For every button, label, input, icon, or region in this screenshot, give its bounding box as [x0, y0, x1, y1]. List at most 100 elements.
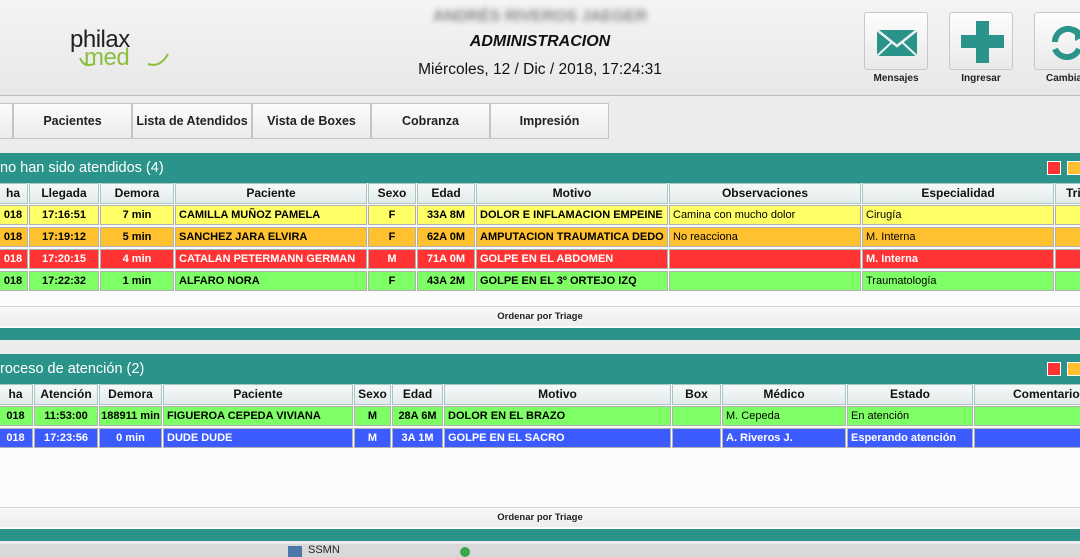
cell-comentarios: [974, 406, 1080, 426]
cell-llegada: 17:16:51: [29, 205, 99, 225]
add-patient-label: Ingresar: [961, 73, 1001, 84]
cell-edad: 3A 1M: [392, 428, 443, 448]
cell-paciente: DUDE DUDE: [163, 428, 353, 448]
cell-triage[interactable]: ⋮: [1055, 227, 1080, 247]
col-paciente: Paciente: [163, 384, 353, 405]
cell-motivo: GOLPE EN EL ABDOMEN: [476, 249, 668, 269]
cell-observaciones: [669, 249, 861, 269]
col-observaciones: Observaciones: [669, 183, 861, 204]
cell-demora: 1 min: [100, 271, 174, 291]
table-row[interactable]: 018 17:16:51 7 min CAMILLA MUÑOZ PAMELA …: [0, 205, 1080, 227]
peek-label: SSMN: [308, 544, 340, 556]
waiting-panel-title: no han sido atendidos (4): [0, 160, 164, 176]
cell-paciente: CAMILLA MUÑOZ PAMELA: [175, 205, 367, 225]
in-progress-panel-header: roceso de atención (2): [0, 354, 1080, 384]
cell-estado: Esperando atención: [847, 428, 973, 448]
cell-estado: En atención: [847, 406, 973, 426]
cell-paciente: FIGUEROA CEPEDA VIVIANA: [163, 406, 353, 426]
cell-triage[interactable]: ⋮: [1055, 249, 1080, 269]
tab-home[interactable]: [0, 103, 13, 139]
philaxmed-logo: philax med: [70, 26, 170, 76]
cell-fecha: 018: [0, 271, 28, 291]
cell-fecha: 018: [0, 406, 33, 426]
cell-atencion: 11:53:00: [34, 406, 98, 426]
status-dot-icon: [460, 547, 470, 557]
tab-pacientes[interactable]: Pacientes: [13, 103, 132, 139]
messages-button[interactable]: Mensajes: [864, 12, 928, 88]
cell-paciente: ALFARO NORA: [175, 271, 367, 291]
sort-by-triage-button[interactable]: Ordenar por Triage: [0, 507, 1080, 527]
cell-especialidad: M. Interna: [862, 227, 1054, 247]
cell-sexo: M: [354, 406, 391, 426]
cell-edad: 71A 0M: [417, 249, 475, 269]
col-demora: Demora: [99, 384, 162, 405]
cell-medico: M. Cepeda: [722, 406, 846, 426]
cell-comentarios: [974, 428, 1080, 448]
table-row[interactable]: 018 17:23:56 0 min DUDE DUDE M 3A 1M GOL…: [0, 428, 1080, 450]
cell-paciente: SANCHEZ JARA ELVIRA: [175, 227, 367, 247]
cell-triage[interactable]: ⋮: [1055, 205, 1080, 225]
cell-demora: 4 min: [100, 249, 174, 269]
waiting-panel: no han sido atendidos (4) ha Llegada Dem…: [0, 153, 1080, 340]
waiting-panel-header: no han sido atendidos (4): [0, 153, 1080, 183]
orange-filter-toggle[interactable]: [1067, 362, 1080, 376]
cell-atencion: 17:23:56: [34, 428, 98, 448]
underlying-window-strip: SSMN: [0, 544, 1080, 557]
cell-edad: 62A 0M: [417, 227, 475, 247]
tab-lista-atendidos[interactable]: Lista de Atendidos: [132, 103, 252, 139]
cell-especialidad: Traumatología: [862, 271, 1054, 291]
table-row[interactable]: 018 17:22:32 1 min ALFARO NORA F 43A 2M …: [0, 271, 1080, 293]
app-header: philax med ANDRÉS RIVEROS JAEGER ADMINIS…: [0, 0, 1080, 96]
cell-llegada: 17:20:15: [29, 249, 99, 269]
orange-filter-toggle[interactable]: [1067, 161, 1080, 175]
add-patient-button[interactable]: Ingresar: [949, 12, 1013, 88]
cell-demora: 5 min: [100, 227, 174, 247]
cell-sexo: F: [368, 271, 416, 291]
envelope-icon: [876, 29, 918, 57]
table-row[interactable]: 018 17:19:12 5 min SANCHEZ JARA ELVIRA F…: [0, 227, 1080, 249]
cell-observaciones: Camina con mucho dolor: [669, 205, 861, 225]
col-paciente: Paciente: [175, 183, 367, 204]
cell-edad: 33A 8M: [417, 205, 475, 225]
panel-bottom-strip: [0, 529, 1080, 541]
cell-triage[interactable]: ⋮: [1055, 271, 1080, 291]
col-estado: Estado: [847, 384, 973, 405]
red-filter-toggle[interactable]: [1047, 362, 1061, 376]
cell-fecha: 018: [0, 428, 33, 448]
col-triage: Tri: [1055, 183, 1080, 204]
col-motivo: Motivo: [476, 183, 668, 204]
tab-cobranza[interactable]: Cobranza: [371, 103, 490, 139]
table-row[interactable]: 018 17:20:15 4 min CATALAN PETERMANN GER…: [0, 249, 1080, 271]
cell-demora: 7 min: [100, 205, 174, 225]
table-row[interactable]: 018 11:53:00 188911 min FIGUEROA CEPEDA …: [0, 406, 1080, 428]
sort-by-triage-button[interactable]: Ordenar por Triage: [0, 306, 1080, 326]
cell-observaciones: [669, 271, 861, 291]
switch-label: Cambiar: [1045, 73, 1080, 84]
cell-sexo: F: [368, 205, 416, 225]
cell-edad: 43A 2M: [417, 271, 475, 291]
tab-vista-boxes[interactable]: Vista de Boxes: [252, 103, 371, 139]
cell-motivo: DOLOR E INFLAMACION EMPEINE: [476, 205, 668, 225]
cell-motivo: DOLOR EN EL BRAZO: [444, 406, 671, 426]
cell-paciente: CATALAN PETERMANN GERMAN: [175, 249, 367, 269]
red-filter-toggle[interactable]: [1047, 161, 1061, 175]
col-edad: Edad: [392, 384, 443, 405]
panel-bottom-strip: [0, 328, 1080, 340]
refresh-icon: [1051, 25, 1080, 60]
col-llegada: Llegada: [29, 183, 99, 204]
triage-icon: ⋮: [1075, 206, 1080, 224]
cell-box: [672, 428, 721, 448]
cell-fecha: 018: [0, 249, 28, 269]
tab-impresion[interactable]: Impresión: [490, 103, 609, 139]
col-sexo: Sexo: [354, 384, 391, 405]
cell-demora: 188911 min: [99, 406, 162, 426]
cell-motivo: GOLPE EN EL SACRO: [444, 428, 671, 448]
switch-button[interactable]: Cambiar: [1034, 12, 1080, 88]
cell-fecha: 018: [0, 227, 28, 247]
messages-label: Mensajes: [873, 73, 919, 84]
cell-sexo: M: [368, 249, 416, 269]
plus-icon: [961, 21, 1004, 63]
cell-especialidad: M. Interna: [862, 249, 1054, 269]
cell-box: [672, 406, 721, 426]
in-progress-panel: roceso de atención (2) ha Atención Demor…: [0, 354, 1080, 542]
